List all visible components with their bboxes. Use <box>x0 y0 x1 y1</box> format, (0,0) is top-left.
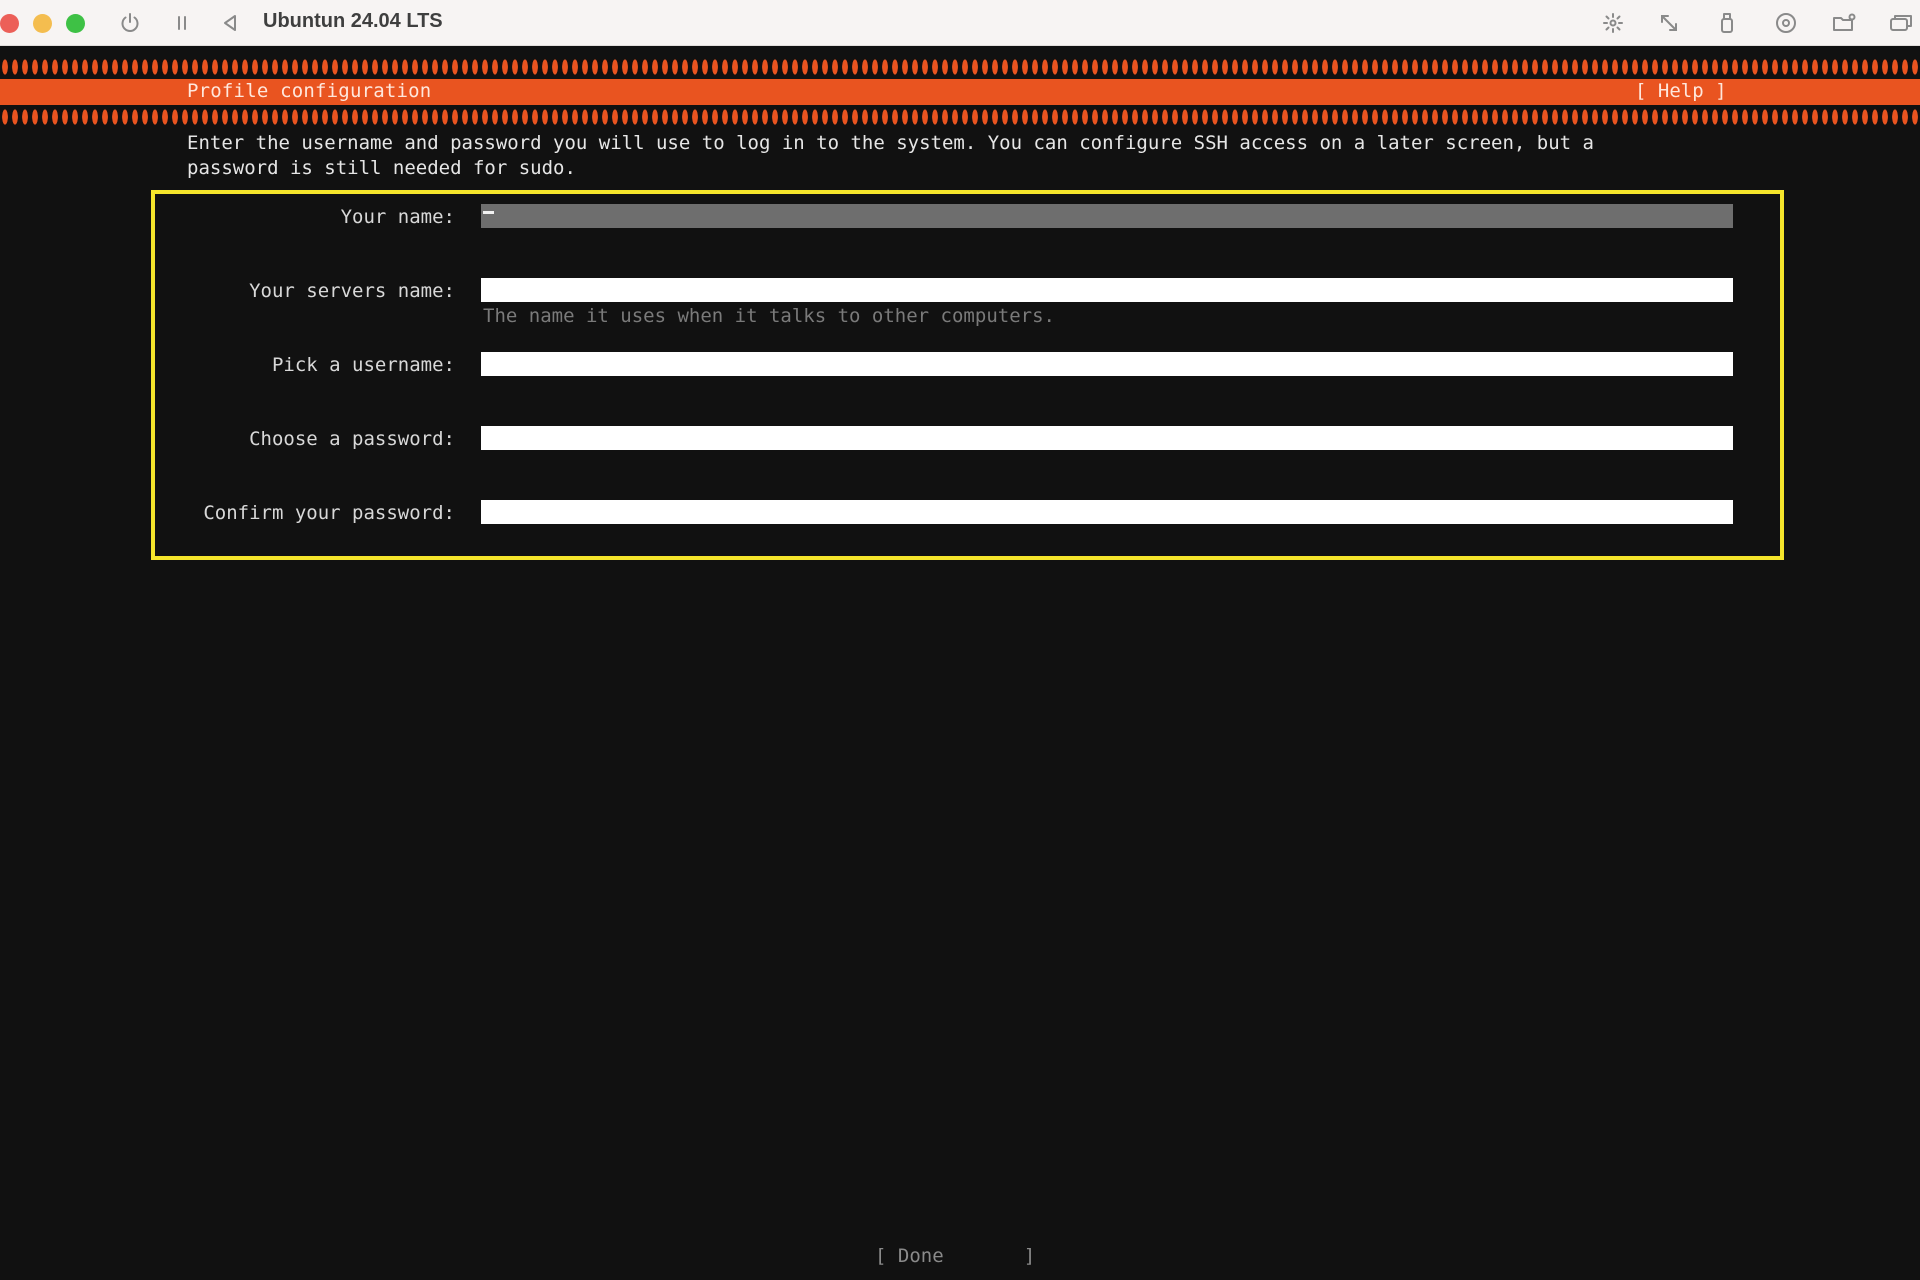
username-input[interactable] <box>481 352 1733 376</box>
pause-icon[interactable] <box>166 7 198 39</box>
confirm-password-input[interactable] <box>481 500 1733 524</box>
screen-title: Profile configuration <box>187 80 432 102</box>
username-label: Pick a username: <box>271 354 455 376</box>
header-stripe-top <box>0 58 1920 76</box>
vm-window-titlebar: Ubuntun 24.04 LTS <box>0 0 1920 46</box>
display-icon[interactable] <box>1885 7 1917 39</box>
your-name-label: Your name: <box>340 206 455 228</box>
close-window-button[interactable] <box>0 14 19 33</box>
done-button[interactable]: [ Done ] <box>875 1245 1035 1267</box>
servers-name-label: Your servers name: <box>249 280 455 302</box>
your-name-input[interactable] <box>481 204 1733 228</box>
header-stripe-bottom <box>0 108 1920 126</box>
password-input[interactable] <box>481 426 1733 450</box>
disc-icon[interactable] <box>1770 7 1802 39</box>
resize-icon[interactable] <box>1653 7 1685 39</box>
confirm-password-label: Confirm your password: <box>203 502 455 524</box>
back-icon[interactable] <box>214 7 246 39</box>
password-label: Choose a password: <box>249 428 455 450</box>
servers-name-input[interactable] <box>481 278 1733 302</box>
window-title: Ubuntun 24.04 LTS <box>263 10 443 32</box>
intro-text: Enter the username and password you will… <box>187 132 1594 179</box>
power-icon[interactable] <box>114 7 146 39</box>
minimize-window-button[interactable] <box>33 14 52 33</box>
text-cursor <box>483 211 494 214</box>
servers-name-hint: The name it uses when it talks to other … <box>483 305 1055 327</box>
usb-icon[interactable] <box>1711 7 1743 39</box>
brightness-icon[interactable] <box>1597 7 1629 39</box>
help-button[interactable]: [ Help ] <box>1635 80 1727 102</box>
folder-icon[interactable] <box>1828 7 1860 39</box>
maximize-window-button[interactable] <box>66 14 85 33</box>
